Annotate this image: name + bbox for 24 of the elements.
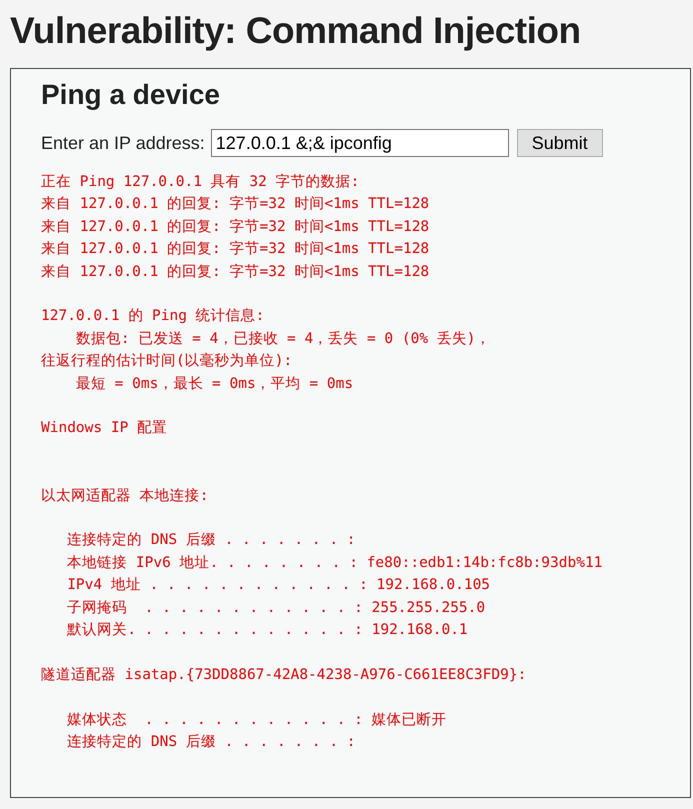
output-line: 来自 127.0.0.1 的回复: 字节=32 时间<1ms TTL=128 (41, 240, 430, 260)
output-line: 最短 = 0ms，最长 = 0ms，平均 = 0ms (74, 374, 354, 394)
output-line: 连接特定的 DNS 后缀 . . . . . . . : (66, 732, 356, 752)
submit-button[interactable]: Submit (516, 129, 603, 157)
output-line: 默认网关. . . . . . . . . . . . . : 192.168.0.1 (66, 621, 468, 640)
output-line: 往返行程的估计时间(以毫秒为单位): (41, 352, 292, 372)
output-line: IPv4 地址 . . . . . . . . . . . . : 192.168.0.105 (66, 576, 490, 596)
ip-address-input[interactable]: 127.0.0.1 &;& ipconfig (210, 129, 509, 157)
output-line: 数据包: 已发送 = 4，已接收 = 4，丢失 = 0 (0% 丢失)， (74, 330, 491, 349)
output-line: 正在 Ping 127.0.0.1 具有 32 字节的数据: (41, 172, 360, 192)
output-line: 媒体状态 . . . . . . . . . . . . : 媒体已断开 (66, 710, 447, 730)
output-line: 隧道适配器 isatap.{73DD8867-42A8-4238-A976-C661EE8C3FD9}: (41, 666, 526, 685)
page-title: Vulnerability: Command Injection (9, 9, 582, 53)
ip-address-label: Enter an IP address: (41, 132, 205, 154)
section-heading: Ping a device (41, 78, 221, 112)
output-line: 127.0.0.1 的 Ping 统计信息: (41, 307, 264, 326)
output-line: 子网掩码 . . . . . . . . . . . . : 255.255.255.0 (66, 598, 486, 618)
output-line: 以太网适配器 本地连接: (41, 486, 208, 506)
output-line: 连接特定的 DNS 后缀 . . . . . . . : (66, 530, 356, 550)
output-line: 来自 127.0.0.1 的回复: 字节=32 时间<1ms TTL=128 (41, 218, 430, 237)
output-line: Windows IP 配置 (41, 419, 168, 438)
output-line: 本地链接 IPv6 地址. . . . . . . . : fe80::edb1:14b:fc8b:93db%11 (66, 554, 602, 573)
output-line: 来自 127.0.0.1 的回复: 字节=32 时间<1ms TTL=128 (41, 262, 430, 282)
output-line: 来自 127.0.0.1 的回复: 字节=32 时间<1ms TTL=128 (41, 194, 430, 214)
